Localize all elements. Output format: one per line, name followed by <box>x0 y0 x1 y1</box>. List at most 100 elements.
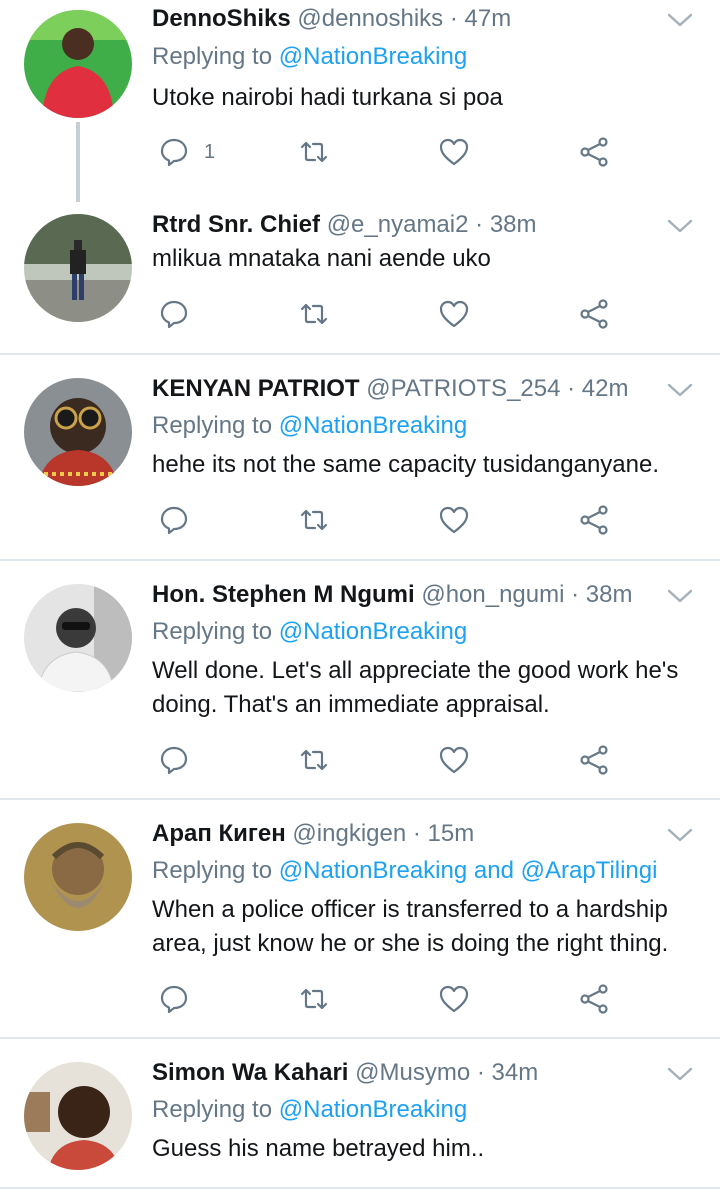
reply-button[interactable] <box>158 981 190 1017</box>
tweet-header: Simon Wa Kahari @Musymo · 34m <box>152 1058 538 1088</box>
timestamp[interactable]: 42m <box>582 375 629 402</box>
chevron-down-icon[interactable] <box>666 216 694 236</box>
display-name[interactable]: KENYAN PATRIOT <box>152 375 360 402</box>
reply-icon <box>160 300 188 329</box>
reply-icon <box>160 506 188 535</box>
tweet-text: When a police officer is transferred to … <box>152 896 669 957</box>
like-button[interactable] <box>438 134 470 170</box>
handle[interactable]: @Musymo <box>355 1059 470 1086</box>
handle[interactable]: @ingkigen <box>292 820 406 847</box>
chevron-down-icon[interactable] <box>666 1064 694 1084</box>
display-name[interactable]: Rtrd Snr. Chief <box>152 211 320 238</box>
tweet-header: DennoShiks @dennoshiks · 47m <box>152 4 511 34</box>
mention-link[interactable]: @NationBreaking <box>279 412 467 439</box>
tweet-header: Hon. Stephen M Ngumi @hon_ngumi · 38m <box>152 580 632 610</box>
like-icon <box>439 985 469 1013</box>
reply-button[interactable] <box>158 502 190 538</box>
timestamp[interactable]: 38m <box>490 211 537 238</box>
tweet[interactable]: Simon Wa Kahari @Musymo · 34m Replying t… <box>0 1039 720 1197</box>
like-button[interactable] <box>438 742 470 778</box>
retweet-button[interactable] <box>298 502 330 538</box>
handle[interactable]: @dennoshiks <box>297 5 443 32</box>
share-icon <box>580 505 608 535</box>
reply-button[interactable] <box>158 742 190 778</box>
share-button[interactable] <box>578 134 610 170</box>
retweet-icon <box>300 141 328 163</box>
display-name[interactable]: DennoShiks <box>152 5 291 32</box>
avatar[interactable] <box>24 10 132 118</box>
mention-link[interactable]: @NationBreaking <box>279 618 467 645</box>
tweet[interactable]: DennoShiks @dennoshiks · 47m Replying to… <box>0 0 720 202</box>
display-name[interactable]: Simon Wa Kahari <box>152 1059 348 1086</box>
avatar[interactable] <box>24 214 132 322</box>
timestamp[interactable]: 15m <box>428 820 475 847</box>
mention-link[interactable]: @ArapTilingi <box>521 857 658 884</box>
handle[interactable]: @e_nyamai2 <box>327 211 469 238</box>
avatar-image <box>24 1062 132 1170</box>
retweet-icon <box>300 303 328 325</box>
chevron-down-icon[interactable] <box>666 586 694 606</box>
display-name[interactable]: Hon. Stephen M Ngumi <box>152 581 415 608</box>
tweet[interactable]: Hon. Stephen M Ngumi @hon_ngumi · 38m Re… <box>0 561 720 799</box>
action-bar <box>152 502 632 538</box>
like-icon <box>439 746 469 774</box>
replying-to: Replying to @NationBreaking and @ArapTil… <box>152 856 657 886</box>
share-icon <box>580 299 608 329</box>
mention-link[interactable]: @NationBreaking <box>279 857 467 884</box>
replying-prefix: Replying to <box>152 857 273 884</box>
replying-to: Replying to @NationBreaking <box>152 42 467 72</box>
separator: · <box>412 820 421 847</box>
thread-line <box>76 122 80 202</box>
chevron-down-icon[interactable] <box>666 380 694 400</box>
avatar[interactable] <box>24 1062 132 1170</box>
like-button[interactable] <box>438 981 470 1017</box>
avatar-image <box>24 10 132 118</box>
tweet[interactable]: Rtrd Snr. Chief @e_nyamai2 · 38m mlikua … <box>0 200 720 354</box>
share-button[interactable] <box>578 742 610 778</box>
reply-button[interactable]: 1 <box>158 134 215 170</box>
timestamp[interactable]: 47m <box>465 5 512 32</box>
separator: · <box>449 5 458 32</box>
reply-button[interactable] <box>158 296 190 332</box>
reply-icon <box>160 746 188 775</box>
reply-icon <box>160 985 188 1014</box>
like-button[interactable] <box>438 502 470 538</box>
chevron-down-icon[interactable] <box>666 825 694 845</box>
divider <box>0 1187 720 1189</box>
share-button[interactable] <box>578 981 610 1017</box>
tweet[interactable]: KENYAN PATRIOT @PATRIOTS_254 · 42m Reply… <box>0 355 720 560</box>
like-button[interactable] <box>438 296 470 332</box>
retweet-button[interactable] <box>298 134 330 170</box>
handle[interactable]: @hon_ngumi <box>421 581 564 608</box>
avatar[interactable] <box>24 584 132 692</box>
timestamp[interactable]: 34m <box>492 1059 539 1086</box>
tweet[interactable]: Арап Киген @ingkigen · 15m Replying to @… <box>0 800 720 1038</box>
retweet-button[interactable] <box>298 296 330 332</box>
mention-link[interactable]: @NationBreaking <box>279 1096 467 1123</box>
replying-to: Replying to @NationBreaking <box>152 617 467 647</box>
action-bar: 1 <box>152 134 632 170</box>
timestamp[interactable]: 38m <box>586 581 633 608</box>
retweet-icon <box>300 988 328 1010</box>
share-icon <box>580 984 608 1014</box>
retweet-icon <box>300 749 328 771</box>
avatar-image <box>24 584 132 692</box>
replying-join: and <box>473 857 514 884</box>
mention-link[interactable]: @NationBreaking <box>279 43 467 70</box>
replying-prefix: Replying to <box>152 1096 273 1123</box>
replying-prefix: Replying to <box>152 43 273 70</box>
retweet-button[interactable] <box>298 742 330 778</box>
like-icon <box>439 506 469 534</box>
share-button[interactable] <box>578 296 610 332</box>
avatar[interactable] <box>24 823 132 931</box>
display-name[interactable]: Арап Киген <box>152 820 286 847</box>
like-icon <box>439 138 469 166</box>
avatar[interactable] <box>24 378 132 486</box>
chevron-down-icon[interactable] <box>666 10 694 30</box>
share-button[interactable] <box>578 502 610 538</box>
replying-to: Replying to @NationBreaking <box>152 1095 467 1125</box>
tweet-header: Rtrd Snr. Chief @e_nyamai2 · 38m <box>152 210 537 240</box>
handle[interactable]: @PATRIOTS_254 <box>366 375 560 402</box>
like-icon <box>439 300 469 328</box>
retweet-button[interactable] <box>298 981 330 1017</box>
